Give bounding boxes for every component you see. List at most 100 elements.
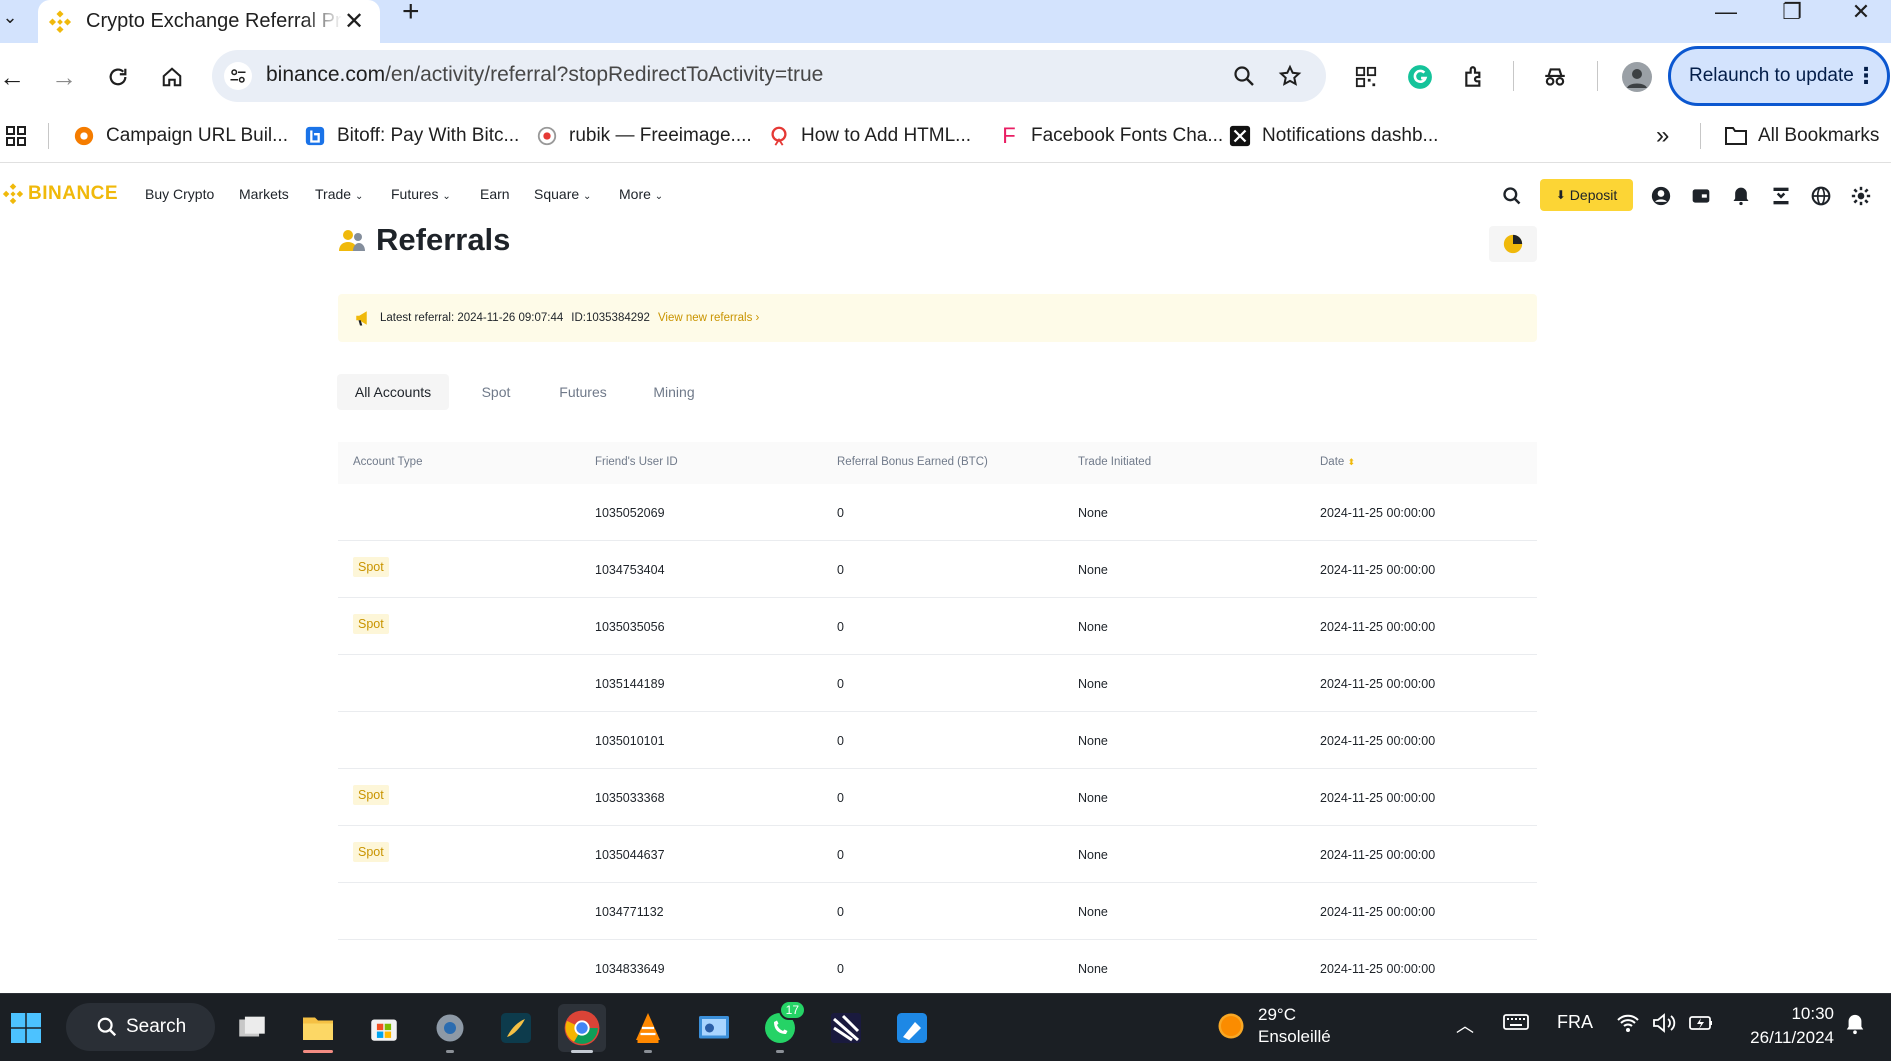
nav-futures[interactable]: Futures ⌄ <box>391 186 451 202</box>
show-hidden-icons-chevron-icon[interactable]: ︿ <box>1456 1012 1474 1038</box>
zoom-icon[interactable] <box>1230 62 1258 90</box>
bookmark-facebook-fonts[interactable]: F Facebook Fonts Cha... <box>997 121 1223 151</box>
cell-date: 2024-11-25 00:00:00 <box>1320 506 1436 520</box>
language-indicator[interactable]: FRA <box>1557 1012 1593 1033</box>
taskbar-search-label: Search <box>126 1016 187 1037</box>
binance-favicon-icon <box>48 9 72 33</box>
nav-markets[interactable]: Markets <box>239 186 289 202</box>
tab-close-icon[interactable]: ✕ <box>342 7 366 36</box>
extensions-puzzle-icon[interactable] <box>1459 61 1491 93</box>
cell-bonus: 0 <box>837 506 844 520</box>
address-bar[interactable]: binance.com/en/activity/referral?stopRed… <box>212 50 1326 102</box>
tab-mining[interactable]: Mining <box>639 374 709 410</box>
header-date[interactable]: Date ⬍ <box>1320 456 1355 468</box>
more-bookmarks-chevron-icon[interactable]: » <box>1656 121 1669 151</box>
wallet-icon[interactable] <box>1690 185 1712 207</box>
app-launcher-icon[interactable] <box>492 1004 540 1052</box>
bookmark-freeimage[interactable]: rubik — Freeimage.... <box>535 121 752 151</box>
notification-center-bell-icon[interactable] <box>1844 1012 1866 1041</box>
cell-trade-initiated: None <box>1078 677 1108 691</box>
bookmark-bitoff[interactable]: Bitoff: Pay With Bitc... <box>303 121 519 151</box>
grammarly-extension-icon[interactable] <box>1404 61 1436 93</box>
qr-code-icon[interactable] <box>1350 61 1382 93</box>
download-icon: ⬇ <box>1555 188 1566 202</box>
volume-icon[interactable] <box>1652 1012 1678 1039</box>
wifi-icon[interactable] <box>1616 1012 1640 1039</box>
apps-grid-icon[interactable] <box>4 121 28 151</box>
cell-trade-initiated: None <box>1078 506 1108 520</box>
settings-app-icon[interactable] <box>426 1004 474 1053</box>
cell-user-id: 1035010101 <box>595 734 665 748</box>
nav-trade[interactable]: Trade ⌄ <box>315 186 363 202</box>
incognito-icon[interactable] <box>1539 61 1571 93</box>
close-window-icon[interactable]: ✕ <box>1831 0 1891 26</box>
microsoft-store-icon[interactable] <box>360 1004 408 1052</box>
folder-icon <box>1724 124 1748 148</box>
download-app-icon[interactable] <box>1770 185 1792 207</box>
user-account-icon[interactable] <box>1650 185 1672 207</box>
chevron-down-icon: ⌄ <box>583 191 592 202</box>
chart-toggle-button[interactable] <box>1489 226 1537 262</box>
battery-charging-icon[interactable] <box>1688 1012 1714 1039</box>
tab-search-chevron-icon[interactable]: ⌄ <box>0 4 20 30</box>
new-tab-plus-icon[interactable]: + <box>402 0 420 27</box>
back-arrow-icon[interactable]: ← <box>0 57 32 97</box>
task-view-icon[interactable] <box>228 1004 276 1052</box>
header-account-type: Account Type <box>353 456 423 468</box>
taskbar-clock[interactable]: 10:30 26/11/2024 <box>1736 1002 1834 1050</box>
paint-app-icon[interactable] <box>888 1004 936 1052</box>
all-bookmarks-folder[interactable]: All Bookmarks <box>1724 121 1879 151</box>
notification-bell-icon[interactable] <box>1730 185 1752 207</box>
weather-temperature: 29°C <box>1258 1005 1296 1024</box>
vlc-icon[interactable] <box>624 1004 672 1053</box>
nav-buy-crypto[interactable]: Buy Crypto <box>145 186 214 202</box>
cell-date: 2024-11-25 00:00:00 <box>1320 563 1436 577</box>
pie-chart-icon <box>1503 234 1523 254</box>
tab-futures[interactable]: Futures <box>545 374 621 410</box>
taskbar-search[interactable]: Search <box>66 1003 215 1051</box>
deposit-label: Deposit <box>1569 187 1618 203</box>
keyboard-icon[interactable] <box>1503 1012 1529 1037</box>
binance-logo[interactable]: BINANCE <box>2 183 118 205</box>
browser-tab-active[interactable]: Crypto Exchange Referral Program ✕ <box>38 0 380 43</box>
linear-app-icon[interactable] <box>822 1004 870 1052</box>
minimize-window-icon[interactable]: — <box>1696 0 1756 26</box>
home-icon[interactable] <box>152 57 192 97</box>
chevron-right-icon: › <box>755 312 760 324</box>
settings-gear-icon[interactable] <box>1850 185 1872 207</box>
nav-square[interactable]: Square ⌄ <box>534 186 591 202</box>
chevron-down-icon: ⌄ <box>442 191 451 202</box>
whatsapp-icon[interactable]: 17 <box>756 1000 806 1053</box>
bookmark-star-icon[interactable] <box>1276 62 1304 90</box>
bookmark-campaign-url[interactable]: Campaign URL Buil... <box>72 121 288 151</box>
view-new-referrals-link[interactable]: View new referrals › <box>658 312 759 324</box>
relaunch-to-update-button[interactable]: Relaunch to update ⋮ <box>1668 46 1890 106</box>
nav-earn[interactable]: Earn <box>480 186 510 202</box>
cell-bonus: 0 <box>837 848 844 862</box>
whatsapp-badge: 17 <box>778 1000 806 1020</box>
nav-more[interactable]: More ⌄ <box>619 186 663 202</box>
bookmark-label: Bitoff: Pay With Bitc... <box>337 125 520 146</box>
browser-menu-icon[interactable]: ⋮ <box>1855 63 1877 89</box>
windows-start-icon[interactable] <box>2 1004 50 1052</box>
deposit-button[interactable]: ⬇ Deposit <box>1540 179 1633 211</box>
cell-trade-initiated: None <box>1078 791 1108 805</box>
bookmark-notifications[interactable]: Notifications dashb... <box>1228 121 1438 151</box>
control-panel-icon[interactable] <box>690 1004 738 1052</box>
reload-icon[interactable] <box>98 57 138 97</box>
tab-all-accounts[interactable]: All Accounts <box>337 374 449 410</box>
restore-window-icon[interactable]: ❐ <box>1762 0 1822 26</box>
latest-referral-text: Latest referral: 2024-11-26 09:07:44 <box>380 312 564 324</box>
language-globe-icon[interactable] <box>1810 185 1832 207</box>
file-explorer-icon[interactable] <box>294 1004 342 1053</box>
search-icon[interactable] <box>1501 185 1523 207</box>
weather-widget[interactable]: 29°C Ensoleillé <box>1216 1004 1331 1048</box>
url-host: binance.com <box>266 63 386 86</box>
header-friend-user-id: Friend's User ID <box>595 456 678 468</box>
chrome-taskbar-icon[interactable] <box>558 1004 606 1053</box>
bookmark-add-html[interactable]: How to Add HTML... <box>767 121 971 151</box>
forward-arrow-icon[interactable]: → <box>44 57 84 97</box>
site-settings-icon[interactable] <box>224 62 252 90</box>
profile-avatar[interactable] <box>1621 61 1653 93</box>
tab-spot[interactable]: Spot <box>467 374 525 410</box>
